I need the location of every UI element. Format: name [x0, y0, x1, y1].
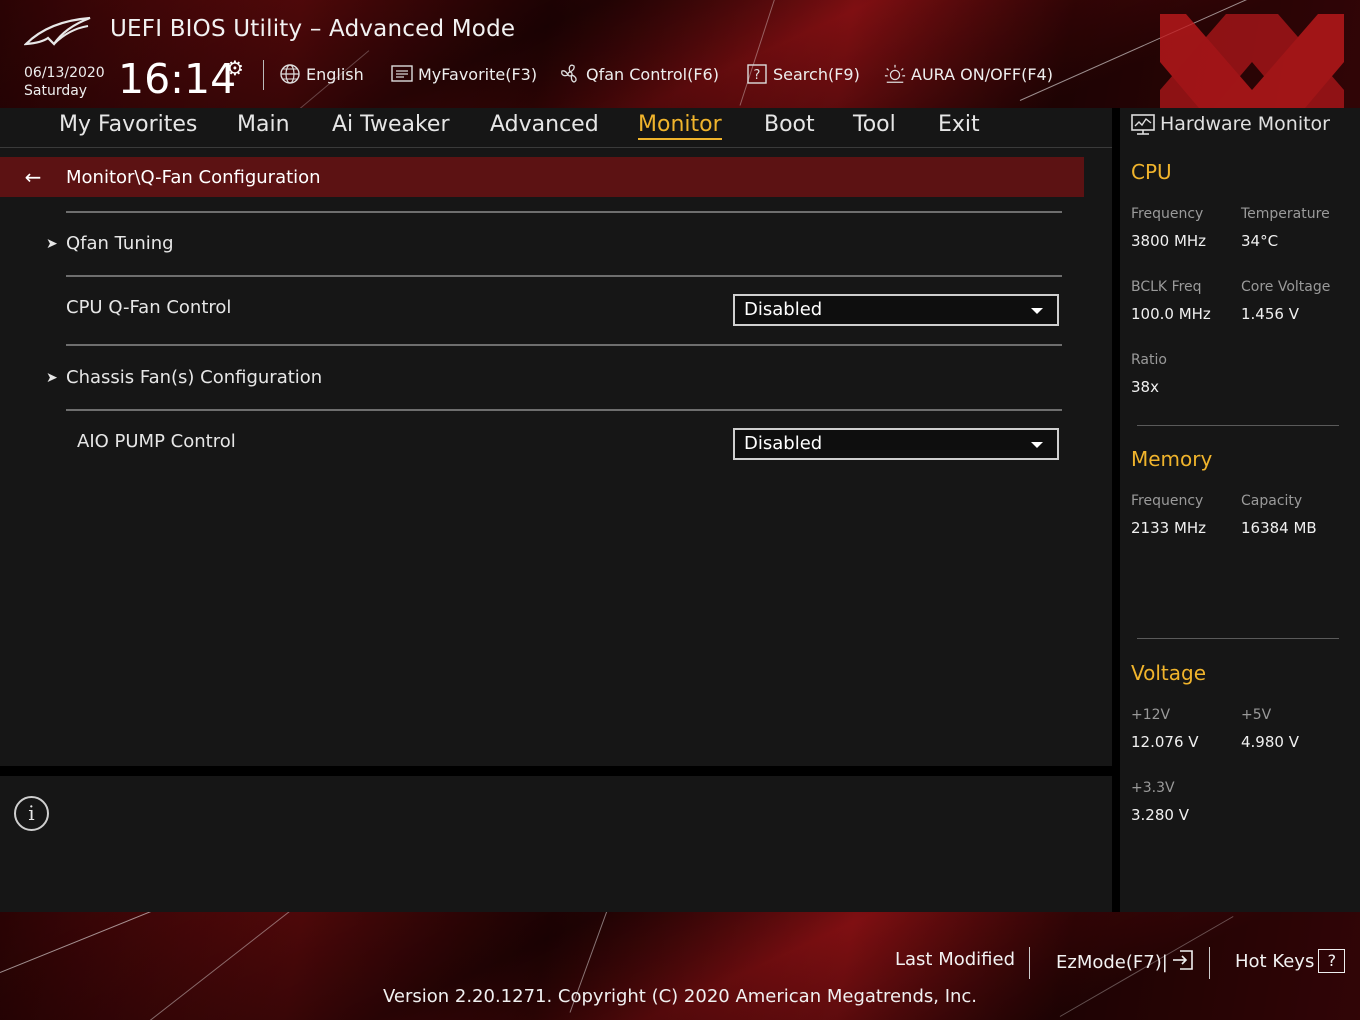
- chevron-right-icon: ➤: [46, 370, 58, 386]
- footer-bar: Last Modified EzMode(F7)| Hot Keys ? Ver…: [0, 912, 1360, 1020]
- menu-item-qfan-tuning[interactable]: Qfan Tuning: [66, 233, 174, 254]
- memory-heading: Memory: [1131, 447, 1213, 471]
- hot-keys-label: Hot Keys: [1235, 950, 1315, 972]
- aio-pump-control-value: Disabled: [744, 433, 823, 454]
- divider: [66, 409, 1062, 411]
- divider: [66, 344, 1062, 346]
- date-text: 06/13/2020: [24, 65, 105, 81]
- qfan-control-label: Qfan Control(F6): [586, 64, 719, 84]
- memory-frequency-value: 2133 MHz: [1131, 519, 1207, 537]
- bclk-freq-value: 100.0 MHz: [1131, 305, 1211, 323]
- page-title: UEFI BIOS Utility – Advanced Mode: [110, 16, 516, 42]
- header-bar: UEFI BIOS Utility – Advanced Mode 06/13/…: [0, 0, 1360, 108]
- breadcrumb-text: Monitor\Q-Fan Configuration: [66, 166, 321, 188]
- myfavorite-button[interactable]: MyFavorite(F3): [391, 63, 537, 85]
- v5-value: 4.980 V: [1241, 733, 1299, 751]
- panel-gap: [0, 766, 1112, 776]
- tab-boot[interactable]: Boot: [764, 112, 815, 137]
- gear-icon[interactable]: ⚙: [226, 56, 244, 80]
- tab-my-favorites[interactable]: My Favorites: [59, 112, 197, 137]
- weekday-text: Saturday: [24, 83, 88, 99]
- search-help-icon: ?: [746, 63, 768, 85]
- help-key-icon: ?: [1318, 949, 1346, 973]
- last-modified-button[interactable]: Last Modified: [895, 949, 1015, 970]
- core-voltage-value: 1.456 V: [1241, 305, 1299, 323]
- bclk-freq-label: BCLK Freq: [1131, 279, 1202, 295]
- aio-pump-control-label: AIO PUMP Control: [77, 431, 236, 452]
- ratio-value: 38x: [1131, 378, 1159, 396]
- divider: [1209, 947, 1210, 979]
- breadcrumb: ← Monitor\Q-Fan Configuration: [0, 157, 1084, 197]
- divider: [1137, 638, 1339, 639]
- tab-monitor[interactable]: Monitor: [638, 112, 722, 140]
- copyright-text: Version 2.20.1271. Copyright (C) 2020 Am…: [0, 986, 1360, 1007]
- v33-label: +3.3V: [1131, 780, 1175, 796]
- favorite-list-icon: [391, 63, 413, 85]
- ratio-label: Ratio: [1131, 352, 1167, 368]
- cpu-qfan-control-value: Disabled: [744, 299, 823, 320]
- tab-tool[interactable]: Tool: [853, 112, 896, 137]
- ezmode-button[interactable]: EzMode(F7)|: [1056, 949, 1194, 976]
- cpu-frequency-value: 3800 MHz: [1131, 232, 1207, 250]
- globe-icon: [279, 63, 301, 85]
- memory-capacity-value: 16384 MB: [1241, 519, 1317, 537]
- hardware-monitor-panel: Hardware Monitor CPU Frequency Temperatu…: [1120, 108, 1360, 912]
- divider: [66, 211, 1062, 213]
- date-display: 06/13/2020 Saturday: [24, 64, 105, 100]
- cpu-qfan-control-label: CPU Q-Fan Control: [66, 297, 232, 318]
- language-label: English: [306, 64, 364, 84]
- divider: [66, 275, 1062, 277]
- aura-label: AURA ON/OFF(F4): [911, 64, 1053, 84]
- search-button[interactable]: ? Search(F9): [746, 63, 860, 85]
- rog-logo-icon: [24, 16, 91, 46]
- v5-label: +5V: [1241, 707, 1272, 723]
- v12-label: +12V: [1131, 707, 1171, 723]
- main-panel: ← Monitor\Q-Fan Configuration ➤ Qfan Tun…: [0, 148, 1112, 766]
- cpu-qfan-control-select[interactable]: Disabled: [733, 294, 1059, 326]
- voltage-heading: Voltage: [1131, 661, 1207, 685]
- tab-exit[interactable]: Exit: [938, 112, 980, 137]
- exit-icon: [1172, 949, 1194, 976]
- memory-capacity-label: Capacity: [1241, 493, 1303, 509]
- hot-keys-button[interactable]: Hot Keys ?: [1235, 949, 1346, 973]
- hardware-monitor-title: Hardware Monitor: [1160, 113, 1330, 135]
- v33-value: 3.280 V: [1131, 806, 1189, 824]
- search-label: Search(F9): [773, 64, 860, 84]
- clock: 16:14: [118, 55, 237, 103]
- tab-advanced[interactable]: Advanced: [490, 112, 599, 137]
- cpu-temperature-value: 34°C: [1241, 232, 1279, 250]
- info-icon: i: [14, 796, 49, 831]
- tab-ai-tweaker[interactable]: Ai Tweaker: [332, 112, 450, 137]
- last-modified-label: Last Modified: [895, 949, 1016, 970]
- menu-item-chassis-fan-configuration[interactable]: Chassis Fan(s) Configuration: [66, 367, 322, 388]
- copyright-label: Version 2.20.1271. Copyright (C) 2020 Am…: [382, 986, 978, 1007]
- v12-value: 12.076 V: [1131, 733, 1199, 751]
- chevron-right-icon: ➤: [46, 236, 58, 252]
- main-nav: My Favorites Main Ai Tweaker Advanced Mo…: [0, 108, 1112, 148]
- aura-button[interactable]: AURA ON/OFF(F4): [884, 63, 1053, 85]
- language-button[interactable]: English: [279, 63, 364, 85]
- back-arrow-icon[interactable]: ←: [0, 165, 66, 189]
- memory-frequency-label: Frequency: [1131, 493, 1204, 509]
- svg-text:?: ?: [754, 68, 761, 83]
- help-info-panel: i: [0, 776, 1112, 912]
- myfavorite-label: MyFavorite(F3): [418, 64, 538, 84]
- core-voltage-label: Core Voltage: [1241, 279, 1331, 295]
- tab-main[interactable]: Main: [237, 112, 290, 137]
- ezmode-label: EzMode(F7)|: [1056, 952, 1168, 973]
- cpu-frequency-label: Frequency: [1131, 206, 1204, 222]
- cpu-heading: CPU: [1131, 160, 1172, 184]
- dropdown-caret-icon: [1031, 308, 1043, 314]
- fan-icon: [559, 63, 581, 85]
- monitor-icon: [1131, 114, 1155, 135]
- divider: [1137, 425, 1339, 426]
- qfan-control-button[interactable]: Qfan Control(F6): [559, 63, 719, 85]
- cpu-temperature-label: Temperature: [1241, 206, 1330, 222]
- divider: [263, 60, 264, 90]
- aio-pump-control-select[interactable]: Disabled: [733, 428, 1059, 460]
- dropdown-caret-icon: [1031, 442, 1043, 448]
- watermark-logo-icon: [1160, 14, 1344, 108]
- aura-icon: [884, 63, 906, 85]
- divider: [1029, 947, 1030, 979]
